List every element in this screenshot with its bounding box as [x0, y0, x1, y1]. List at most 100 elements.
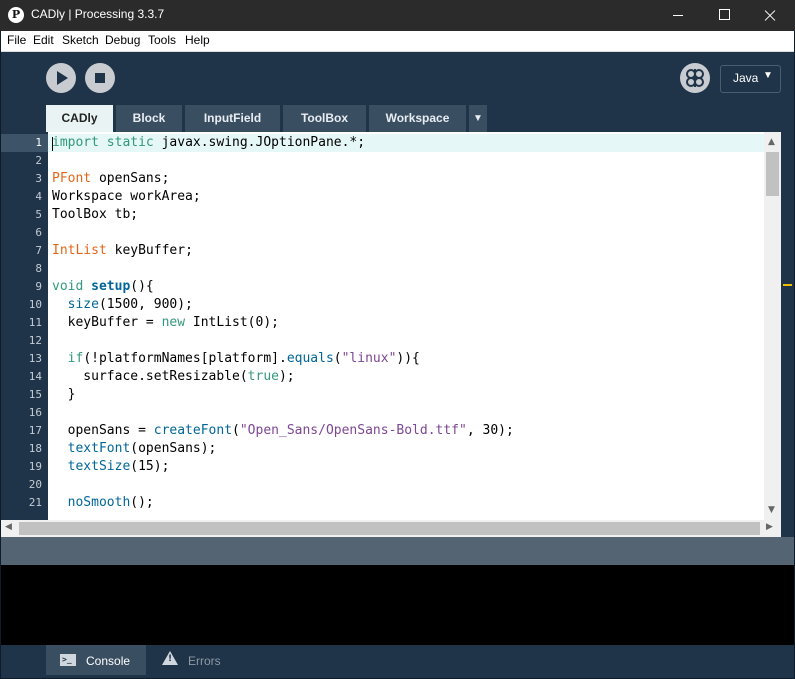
code-token: ( — [333, 351, 342, 366]
code-token: )){ — [396, 351, 420, 366]
code-token: keyBuffer; — [106, 243, 193, 258]
code-token: (!platformNames[platform]. — [83, 351, 287, 366]
code-line: Workspace workArea; — [52, 189, 201, 204]
console-icon: >_ — [60, 654, 76, 666]
line-number: 3 — [35, 172, 42, 185]
code-token: (openSans); — [130, 441, 217, 456]
warning-icon — [162, 651, 178, 665]
console-output[interactable] — [1, 565, 794, 645]
error-marker-column — [781, 132, 794, 537]
console-tab-label: Console — [86, 654, 131, 668]
line-number: 17 — [28, 424, 42, 437]
code-token: ToolBox tb; — [52, 207, 139, 222]
code-token: openSans = — [52, 423, 154, 438]
code-token: (); — [130, 495, 154, 510]
code-token: openSans; — [91, 171, 170, 186]
horizontal-scroll-thumb[interactable] — [19, 522, 760, 535]
status-bar — [1, 537, 794, 565]
code-token: Workspace workArea; — [52, 189, 201, 204]
code-token: textSize — [67, 459, 131, 474]
code-token: equals — [286, 351, 334, 366]
code-token: new — [161, 315, 186, 330]
line-number: 14 — [28, 370, 42, 383]
code-token: (){ — [130, 279, 154, 294]
code-token: static — [106, 135, 154, 150]
code-line: PFont openSans; — [52, 171, 169, 186]
console-tab[interactable]: >_ Console — [46, 645, 146, 675]
line-number: 1 — [35, 136, 42, 149]
chevron-down-icon: ▼ — [763, 70, 773, 81]
line-number: 11 — [28, 316, 42, 329]
code-line: IntList keyBuffer; — [52, 243, 193, 258]
code-line: void setup(){ — [52, 279, 154, 294]
code-token: PFont — [52, 171, 92, 186]
code-token: void — [52, 279, 84, 294]
code-token: IntList(0); — [185, 315, 279, 330]
errors-tab-label: Errors — [188, 654, 221, 668]
line-number: 2 — [35, 154, 42, 167]
scroll-up-icon[interactable]: ▲ — [768, 137, 775, 147]
code-token: createFont — [153, 423, 233, 438]
code-token: textFont — [67, 441, 131, 456]
code-line: keyBuffer = new IntList(0); — [52, 315, 279, 330]
line-number: 19 — [28, 460, 42, 473]
code-token: } — [52, 387, 76, 402]
warning-marker[interactable] — [783, 284, 792, 286]
code-line: } — [52, 387, 76, 402]
line-number: 7 — [35, 244, 42, 257]
code-token: import — [52, 135, 99, 150]
line-number: 13 — [28, 352, 42, 365]
code-token: "linux" — [341, 351, 397, 366]
code-text-layer: 1 import static javax.swing.JOptionPane.*… — [0, 0, 764, 520]
code-token: size — [67, 297, 99, 312]
line-number: 20 — [28, 478, 42, 491]
errors-tab[interactable]: Errors — [148, 645, 238, 675]
code-token: if — [67, 351, 84, 366]
code-token: keyBuffer = — [52, 315, 162, 330]
scroll-down-icon[interactable]: ▼ — [768, 505, 775, 515]
code-token: , 30); — [466, 423, 514, 438]
code-line: surface.setResizable(true); — [52, 369, 295, 384]
scroll-left-icon[interactable]: ◀ — [5, 522, 12, 532]
text-caret — [52, 137, 53, 151]
line-number: 18 — [28, 442, 42, 455]
line-number: 4 — [35, 190, 42, 203]
line-number: 5 — [35, 208, 42, 221]
code-line: import static javax.swing.JOptionPane.*; — [52, 135, 365, 150]
code-token: ( — [232, 423, 240, 438]
code-token: (1500, 900); — [98, 297, 193, 312]
code-line: noSmooth(); — [52, 495, 154, 510]
line-number: 9 — [35, 280, 42, 293]
code-token: setup — [91, 279, 131, 294]
code-token: IntList — [52, 243, 107, 258]
code-token: true — [247, 369, 279, 384]
line-number: 21 — [28, 496, 42, 509]
line-number: 6 — [35, 226, 42, 239]
scroll-right-icon[interactable]: ▶ — [766, 522, 773, 532]
code-token: (15); — [130, 459, 170, 474]
code-token: "Open_Sans/OpenSans-Bold.ttf" — [239, 423, 467, 438]
code-line: ToolBox tb; — [52, 207, 138, 222]
code-line: size(1500, 900); — [52, 297, 193, 312]
code-line: openSans = createFont("Open_Sans/OpenSan… — [52, 423, 514, 438]
line-number: 8 — [35, 262, 42, 275]
code-line: textSize(15); — [52, 459, 170, 474]
code-token: javax.swing.JOptionPane.*; — [153, 135, 366, 150]
code-token: surface.setResizable( — [52, 369, 248, 384]
code-line: if(!platformNames[platform].equals("linu… — [52, 351, 420, 366]
code-line: textFont(openSans); — [52, 441, 217, 456]
line-number: 16 — [28, 406, 42, 419]
line-number: 15 — [28, 388, 42, 401]
vertical-scroll-thumb[interactable] — [766, 152, 779, 196]
code-token: ); — [278, 369, 295, 384]
line-number: 10 — [28, 298, 42, 311]
line-number: 12 — [28, 334, 42, 347]
code-token: noSmooth — [67, 495, 131, 510]
